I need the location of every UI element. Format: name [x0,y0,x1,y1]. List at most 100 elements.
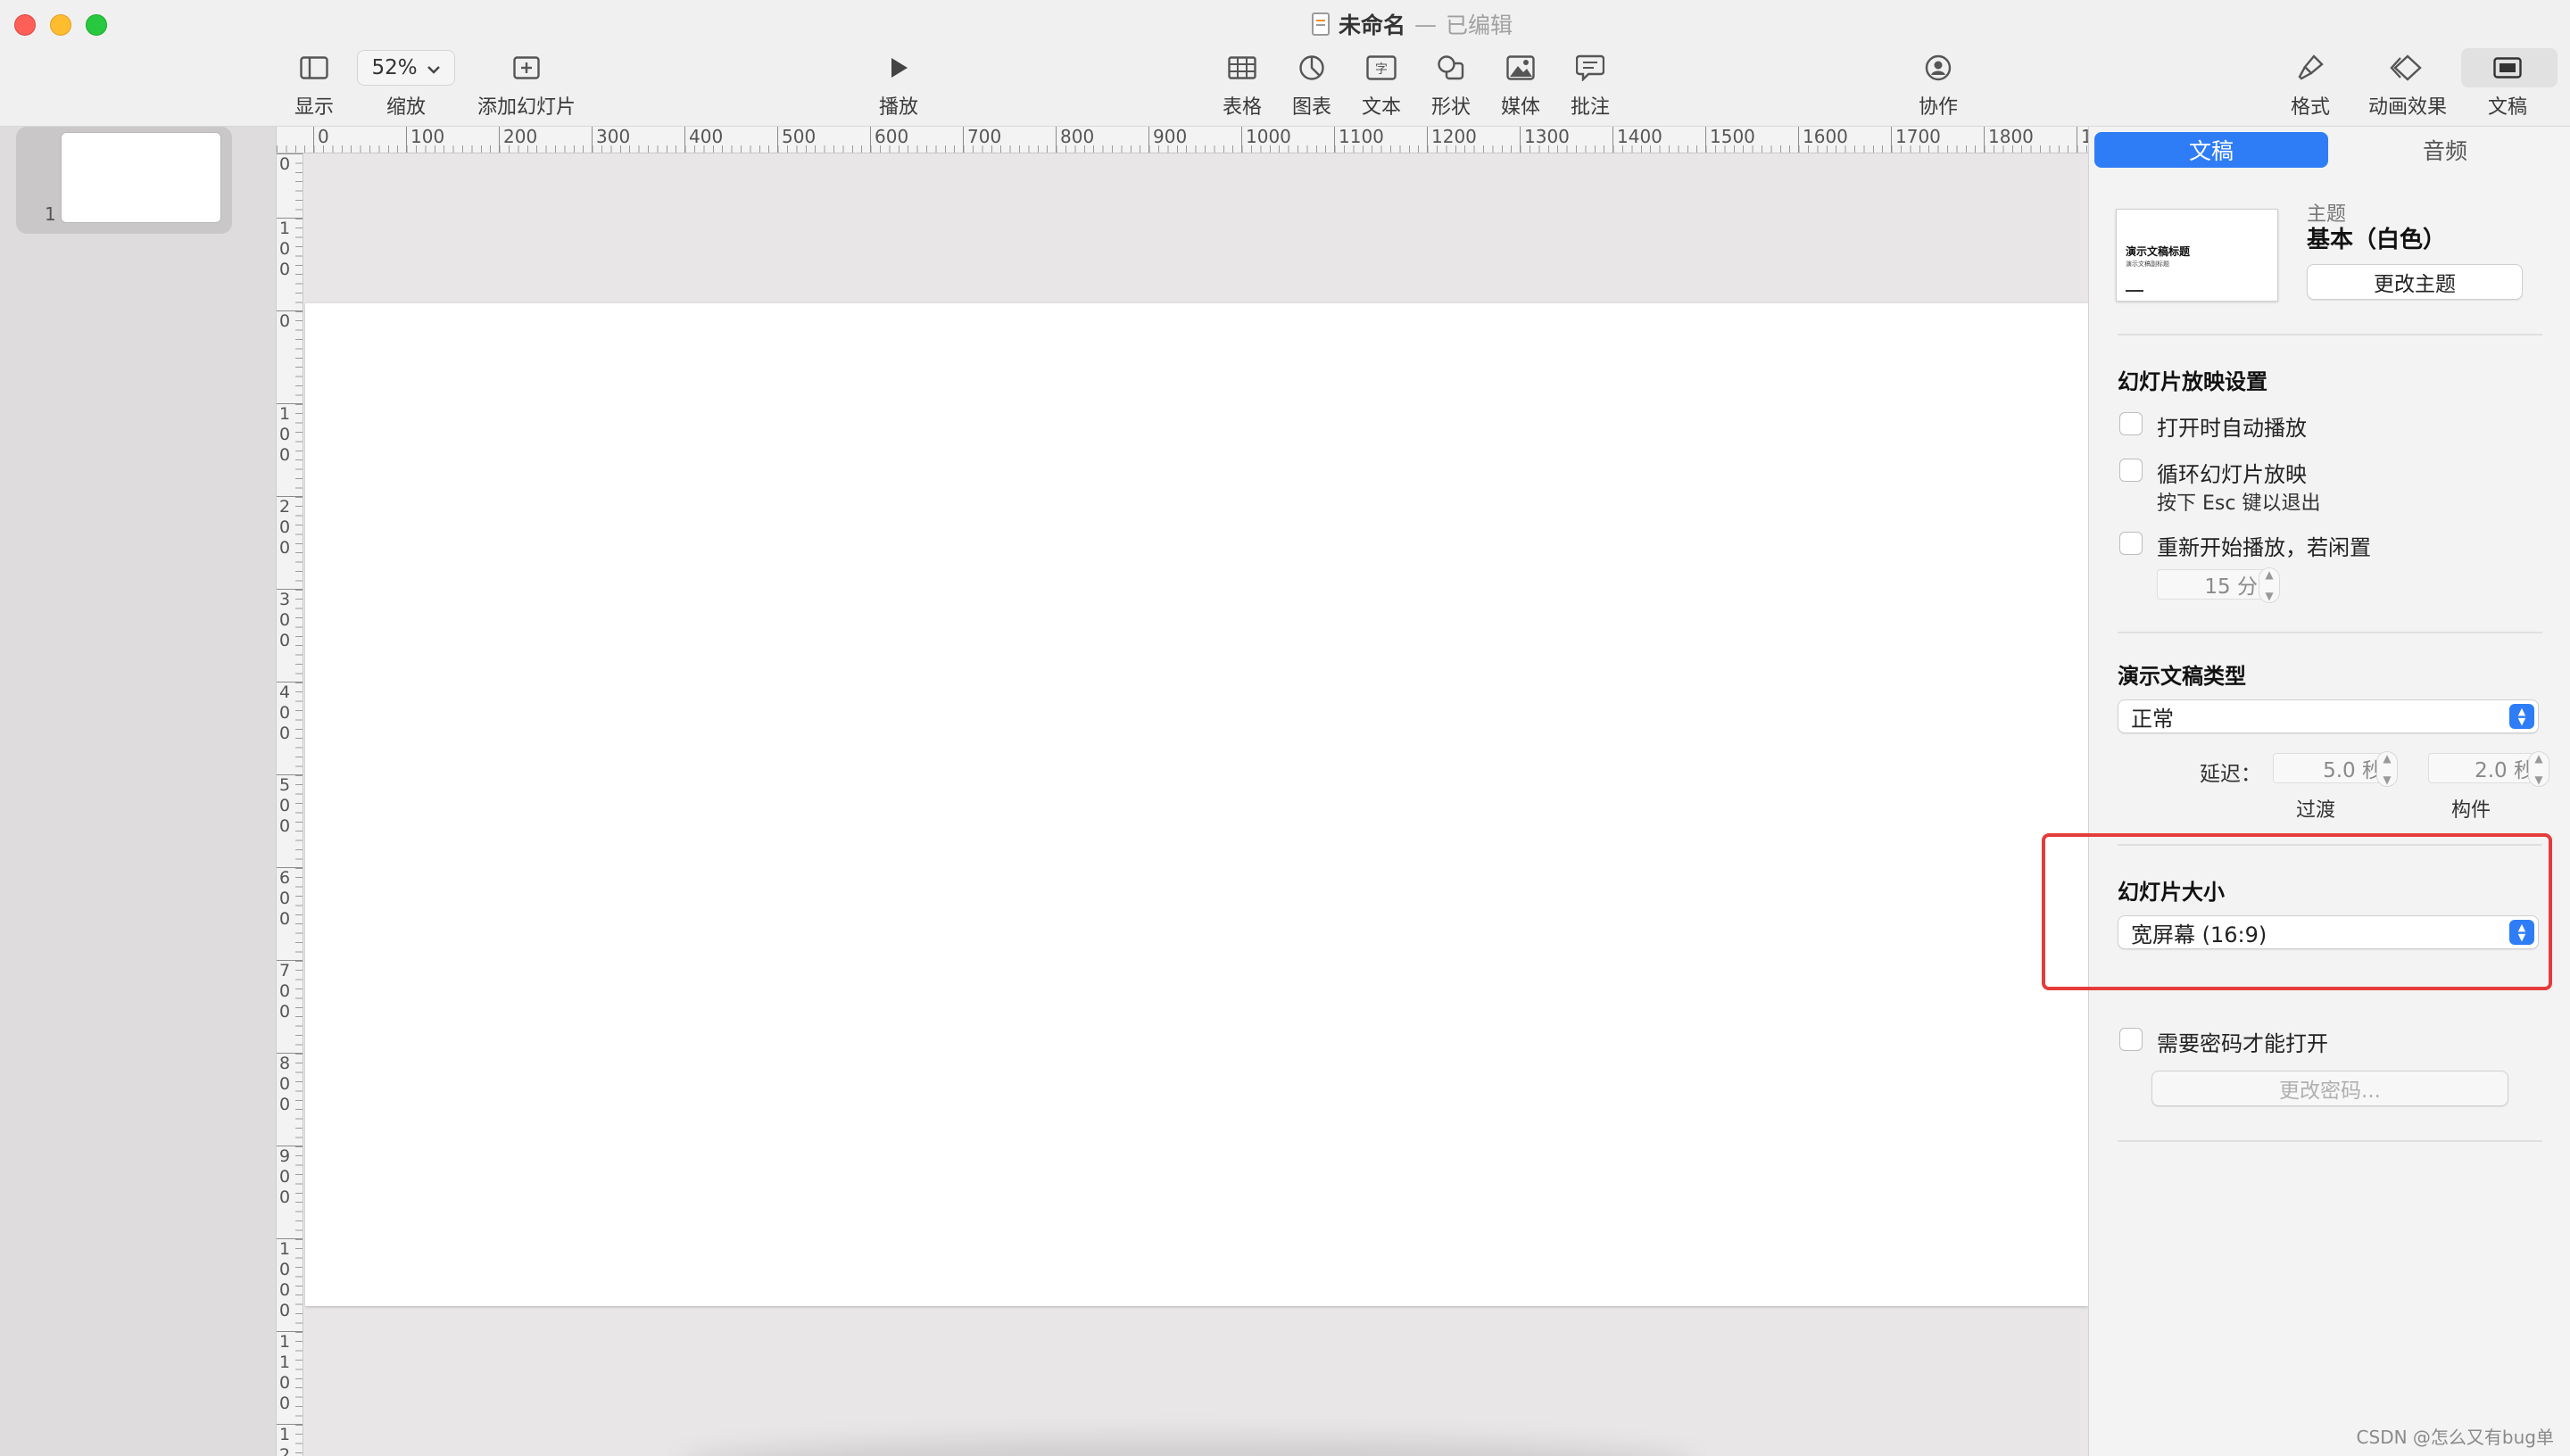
vertical-ruler: 0100010020030040050060070080090010001100… [277,153,303,1456]
build-label: 构件 [2451,799,2491,822]
tab-document[interactable]: 文稿 [2094,132,2328,168]
slide[interactable] [305,303,2088,1306]
sidebar-icon [300,50,328,86]
presentation-type-popup[interactable]: 正常 ▲ ▼ [2118,699,2539,733]
theme-thumbnail[interactable]: 演示文稿标题 演示文稿副标题 [2116,209,2278,302]
require-password-label: 需要密码才能打开 [2157,1031,2328,1056]
animate-diamond-icon [2390,50,2425,86]
collaborate-icon [1922,50,1954,86]
collaborate-label: 协作 [1919,96,1959,119]
restart-idle-checkbox[interactable] [2119,532,2143,555]
ruler-tick-label: 1700 [1891,127,1941,153]
idle-minutes-field[interactable]: 15 分 [2157,569,2267,600]
ruler-tick-label: 1100 [277,1331,303,1414]
ruler-tick-label: 400 [684,127,723,153]
transition-label: 过渡 [2296,799,2336,822]
ruler-tick-label: 600 [277,867,303,930]
ruler-tick-label: 300 [592,127,630,153]
minimize-window-button[interactable] [50,14,71,36]
ruler-tick-label: 100 [277,218,303,280]
document-inspector: 文稿 音频 演示文稿标题 演示文稿副标题 主题 基本（白色） 更改主题 幻灯片放… [2088,127,2570,1456]
watermark: CSDN @怎么又有bug单 [2356,1427,2554,1448]
chart-label: 图表 [1292,96,1332,119]
media-label: 媒体 [1501,96,1541,119]
transition-delay-field[interactable]: 5.0 秒 [2273,753,2392,783]
zoom-control[interactable]: 52% 缩放 [357,50,455,120]
play-label: 播放 [879,96,919,119]
ruler-tick-label: 1200 [1427,127,1477,153]
text-button[interactable]: 字 文本 [1362,50,1401,120]
restart-idle-label: 重新开始播放，若闲置 [2157,535,2371,560]
ruler-tick-label: 1000 [277,1238,303,1321]
idle-minutes-stepper[interactable]: ▲ ▼ [2259,567,2280,603]
ruler-tick-label: 19 [2077,127,2088,153]
table-button[interactable]: 表格 [1223,50,1262,120]
build-delay-stepper[interactable]: ▲ ▼ [2528,751,2549,787]
theme-thumbnail-subtitle: 演示文稿副标题 [2126,261,2169,268]
chevron-up-icon: ▲ [2534,752,2543,765]
add-slide-button[interactable]: 添加幻灯片 [477,50,576,120]
document-status: 已编辑 [1446,12,1513,38]
zoom-label: 缩放 [386,96,426,119]
theme-name: 基本（白色） [2307,227,2447,253]
zoom-value: 52% [371,56,418,79]
loop-checkbox[interactable] [2119,459,2143,482]
esc-hint: 按下 Esc 键以退出 [2157,492,2321,515]
ruler-tick-label: 100 [406,127,444,153]
view-button[interactable]: 显示 [294,50,334,120]
change-theme-button[interactable]: 更改主题 [2307,264,2523,300]
presentation-type-value: 正常 [2131,706,2174,732]
toolbar: 未命名 — 已编辑 显示 52% 缩放 添加幻灯片 播放 表格 图表 字 文本 … [0,0,2570,127]
ruler-tick-label: 1300 [1520,127,1570,153]
autoplay-label: 打开时自动播放 [2157,416,2307,441]
transition-delay-stepper[interactable]: ▲ ▼ [2376,751,2398,787]
animate-button[interactable]: 动画效果 [2368,50,2447,120]
add-slide-icon [513,50,540,86]
tab-audio[interactable]: 音频 [2328,132,2562,168]
chart-button[interactable]: 图表 [1292,50,1331,120]
ruler-tick-label: 0 [277,153,303,175]
ruler-tick-label: 700 [963,127,1001,153]
autoplay-checkbox[interactable] [2119,412,2143,435]
comment-icon [1576,50,1604,86]
require-password-checkbox[interactable] [2119,1028,2143,1051]
divider [2118,334,2542,335]
media-button[interactable]: 媒体 [1501,50,1540,120]
shape-label: 形状 [1431,96,1472,119]
zoom-dropdown[interactable]: 52% [357,50,455,86]
ruler-tick-label: 1000 [1241,127,1291,153]
play-button[interactable]: 播放 [879,50,918,120]
comment-button[interactable]: 批注 [1571,50,1610,120]
ruler-tick-label: 12 [277,1424,303,1456]
window-title: 未命名 — 已编辑 [1312,9,1513,39]
document-inspector-icon [2493,50,2522,86]
shape-button[interactable]: 形状 [1431,50,1471,120]
slide-canvas[interactable] [304,153,2088,1456]
ruler-tick-label: 800 [277,1053,303,1115]
ruler-tick-label: 0 [313,127,329,153]
loop-label: 循环幻灯片放映 [2157,462,2307,487]
divider [2118,632,2542,633]
change-password-button[interactable]: 更改密码... [2151,1071,2508,1106]
paintbrush-icon [2296,50,2325,86]
chevron-down-icon: ▼ [2534,774,2543,786]
ruler-tick-label: 200 [277,496,303,558]
ruler-tick-label: 900 [1148,127,1187,153]
horizontal-ruler: 0 100 200 300 400 500 600 700 800 900 1000 1100 1200… [277,127,2088,153]
ruler-tick-label: 1800 [1984,127,2034,153]
slide-number: 1 [45,203,56,225]
slide-thumbnail[interactable] [61,132,221,223]
document-button[interactable]: 文稿 [2488,50,2527,120]
ruler-tick-label: 100 [277,403,303,466]
close-window-button[interactable] [14,14,36,36]
delay-label: 延迟： [2200,763,2261,786]
build-delay-field[interactable]: 2.0 秒 [2428,753,2544,783]
ruler-tick-label: 500 [277,774,303,837]
text-box-icon: 字 [1366,50,1397,86]
inspector-tabs: 文稿 音频 [2094,132,2562,168]
format-button[interactable]: 格式 [2291,50,2330,120]
ruler-tick-label: 300 [277,589,303,651]
collaborate-button[interactable]: 协作 [1919,50,1958,120]
chevron-down-icon: ▼ [2383,774,2392,786]
zoom-window-button[interactable] [86,14,107,36]
